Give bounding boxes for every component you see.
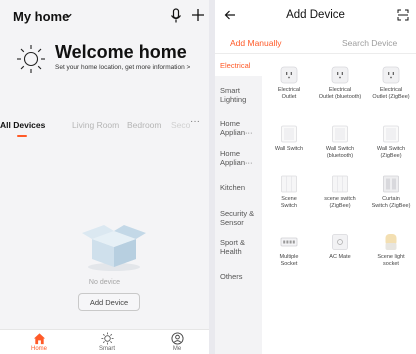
add-mode-tabs: Add Manually Search Device (215, 30, 416, 54)
active-tab-indicator (17, 135, 27, 137)
scan-icon[interactable] (397, 9, 409, 21)
multiple-socket-icon (280, 237, 298, 247)
category-item[interactable]: Electrical (215, 54, 262, 76)
wall-switch-icon (383, 125, 399, 143)
curtain-switch-icon (383, 175, 399, 193)
ac-mate-icon (332, 234, 348, 250)
device-tile[interactable]: scene switch (ZigBee) (315, 175, 365, 209)
device-tile[interactable]: Scene light socket (366, 233, 416, 267)
category-item[interactable]: Home Applian··· (215, 119, 259, 137)
add-device-button[interactable]: Add Device (78, 293, 140, 311)
bottom-nav: Home Smart Me (0, 329, 209, 354)
category-item[interactable]: Others (215, 272, 262, 281)
device-tile[interactable]: Wall Switch (264, 125, 314, 153)
nav-me[interactable]: Me (157, 332, 197, 352)
outlet-icon (280, 66, 298, 84)
user-icon (170, 332, 184, 345)
category-item[interactable]: Sport & Health (215, 238, 255, 256)
nav-home[interactable]: Home (19, 332, 59, 352)
scene-switch-icon (281, 175, 297, 193)
home-header: My home (0, 0, 209, 32)
category-item[interactable]: Kitchen (215, 183, 262, 192)
page-title: Add Device (286, 9, 345, 21)
chevron-down-icon[interactable] (64, 11, 73, 20)
home-screen: My home Welcome home Set your home locat… (0, 0, 209, 354)
tab-second[interactable]: Seco (171, 120, 190, 130)
sun-icon (100, 332, 114, 345)
home-selector[interactable]: My home (13, 9, 69, 24)
add-device-screen: Add Device Add Manually Search Device El… (215, 0, 416, 354)
tab-add-manually[interactable]: Add Manually (230, 38, 282, 48)
device-tile[interactable]: AC Mate (315, 233, 365, 261)
room-tabs: All Devices Living Room Bedroom Seco (0, 116, 209, 138)
device-tile[interactable]: Multiple Socket (264, 233, 314, 267)
home-icon (33, 333, 45, 345)
screen: My home Welcome home Set your home locat… (0, 0, 416, 354)
device-tile[interactable]: Electrical Outlet (ZigBee) (366, 66, 416, 100)
device-tile[interactable]: Curtain Switch (ZigBee) (366, 175, 416, 209)
wall-switch-icon (281, 125, 297, 143)
tab-bedroom[interactable]: Bedroom (127, 120, 162, 130)
tab-search-device[interactable]: Search Device (342, 38, 397, 48)
tab-living-room[interactable]: Living Room (72, 120, 119, 130)
tab-all-devices[interactable]: All Devices (0, 120, 45, 130)
category-list: Electrical Smart Lighting Home Applian··… (215, 54, 262, 354)
add-icon[interactable] (191, 8, 205, 22)
device-grid: Electrical Outlet Electrical Outlet (bluet… (264, 54, 416, 354)
wall-switch-icon (332, 125, 348, 143)
more-icon[interactable]: ··· (190, 116, 200, 127)
sun-icon (17, 45, 45, 73)
device-tile[interactable]: Wall Switch (bluetooth) (315, 125, 365, 159)
device-tile[interactable]: Electrical Outlet (264, 66, 314, 100)
outlet-icon (382, 66, 400, 84)
microphone-icon[interactable] (170, 8, 182, 24)
welcome-subtitle-link[interactable]: Set your home location, get more informa… (55, 64, 190, 71)
outlet-icon (331, 66, 349, 84)
scene-switch-icon (332, 175, 348, 193)
device-tile[interactable]: Scene Switch (264, 175, 314, 209)
nav-smart[interactable]: Smart (87, 332, 127, 352)
welcome-title: Welcome home (55, 42, 187, 62)
scene-light-socket-icon (385, 234, 397, 250)
category-item[interactable]: Smart Lighting (215, 86, 259, 104)
device-tile[interactable]: Electrical Outlet (bluetooth) (315, 66, 365, 100)
empty-state-text: No device (88, 279, 121, 286)
empty-box-icon (82, 225, 146, 271)
add-device-header: Add Device (215, 0, 416, 30)
category-item[interactable]: Home Applian··· (215, 149, 259, 167)
device-tile[interactable]: Wall Switch (ZigBee) (366, 125, 416, 159)
category-item[interactable]: Security & Sensor (215, 209, 259, 227)
